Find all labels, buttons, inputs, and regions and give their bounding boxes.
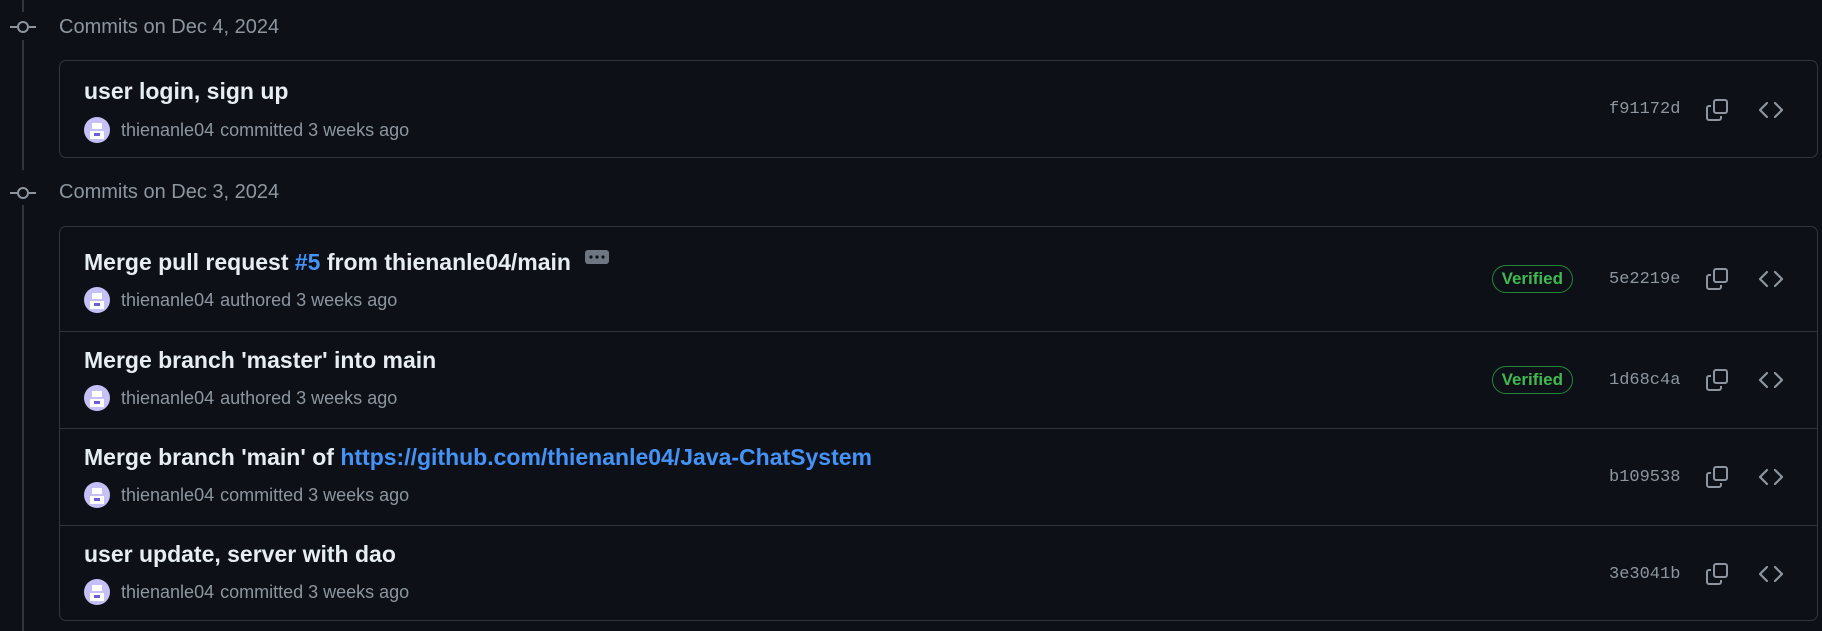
copy-sha-button[interactable] [1701,558,1733,590]
browse-repo-button[interactable] [1755,558,1787,590]
commit-title-text[interactable]: user login, sign up [84,78,288,105]
commit-title[interactable]: Merge branch 'main' of https://github.co… [84,444,872,471]
commit-row: Merge pull request #5 from thienanle04/m… [60,227,1817,331]
commit-sha[interactable]: 1d68c4a [1609,371,1680,390]
commit-action: authored 3 weeks ago [220,387,398,408]
commit-author[interactable]: thienanle04 [121,485,214,506]
verified-badge[interactable]: Verified [1491,265,1573,293]
commit-group-title: Commits on Dec 3, 2024 [59,181,280,203]
pull-request-link[interactable]: #5 [295,249,321,276]
commit-title[interactable]: Merge branch 'master' into main [84,347,436,374]
copy-sha-button[interactable] [1701,364,1733,396]
verified-badge[interactable]: Verified [1491,366,1573,394]
browse-repo-button[interactable] [1755,461,1787,493]
commit-actions: f91172d [1609,61,1817,158]
ellipsis-icon [589,254,605,259]
commit-action: committed 3 weeks ago [220,119,410,140]
commit-actions: Verified 1d68c4a [1491,332,1817,428]
code-icon [1758,270,1784,288]
commit-sha[interactable]: b109538 [1609,468,1680,487]
commit-actions: Verified 5e2219e [1491,227,1817,331]
commit-author[interactable]: thienanle04 [121,290,214,311]
copy-icon [1706,563,1728,585]
commit-actions: b109538 [1609,429,1817,525]
commit-group-header: Commits on Dec 3, 2024 [0,170,400,210]
commit-row: Merge branch 'master' into main thienanl… [60,331,1817,428]
code-icon [1758,565,1784,583]
copy-sha-button[interactable] [1701,461,1733,493]
code-icon [1758,101,1784,118]
code-icon [1758,371,1784,389]
copy-icon [1706,268,1728,290]
browse-repo-button[interactable] [1755,364,1787,396]
git-commit-icon [10,187,36,199]
avatar[interactable] [84,117,110,143]
commit-author[interactable]: thienanle04 [121,388,214,409]
commit-row: user login, sign up thienanle04 committe… [60,61,1817,158]
commit-author[interactable]: thienanle04 [121,582,214,603]
commit-author[interactable]: thienanle04 [121,120,214,141]
commit-action: authored 3 weeks ago [220,289,398,310]
commit-list: user login, sign up thienanle04 committe… [59,60,1818,158]
commit-title-text[interactable]: Merge pull request [84,249,295,276]
commit-sha[interactable]: 5e2219e [1609,270,1680,289]
repo-url-link[interactable]: https://github.com/thienanle04/Java-Chat… [340,444,872,471]
copy-sha-button[interactable] [1701,263,1733,295]
commit-actions: 3e3041b [1609,526,1817,622]
commit-list: Merge pull request #5 from thienanle04/m… [59,226,1818,621]
commit-meta: thienanle04 authored 3 weeks ago [84,287,397,313]
commit-row: Merge branch 'main' of https://github.co… [60,428,1817,525]
commit-title-text[interactable]: Merge branch 'master' into main [84,347,436,374]
browse-repo-button[interactable] [1755,263,1787,295]
commit-title-text[interactable]: Merge branch 'main' of [84,444,340,471]
commit-action: committed 3 weeks ago [220,581,410,602]
commit-title[interactable]: Merge pull request #5 from thienanle04/m… [84,249,609,276]
commit-action: committed 3 weeks ago [220,484,410,505]
commit-sha[interactable]: 3e3041b [1609,565,1680,584]
avatar[interactable] [84,482,110,508]
commit-row: user update, server with dao thienanle04… [60,525,1817,622]
commit-group-title: Commits on Dec 4, 2024 [59,16,280,38]
expand-message-button[interactable] [584,249,609,264]
code-icon [1758,468,1784,486]
commit-title[interactable]: user update, server with dao [84,541,396,568]
avatar[interactable] [84,385,110,411]
timeline-line [22,205,24,631]
copy-sha-button[interactable] [1701,94,1733,126]
git-commit-icon [10,21,36,33]
commit-group-header: Commits on Dec 4, 2024 [0,0,400,40]
commit-meta: thienanle04 committed 3 weeks ago [84,579,409,605]
copy-icon [1706,98,1728,121]
avatar[interactable] [84,287,110,313]
browse-repo-button[interactable] [1755,94,1787,126]
commit-sha[interactable]: f91172d [1609,100,1680,119]
commit-meta: thienanle04 committed 3 weeks ago [84,117,409,143]
commit-title-text[interactable]: user update, server with dao [84,541,396,568]
commit-title[interactable]: user login, sign up [84,78,288,105]
copy-icon [1706,369,1728,391]
copy-icon [1706,466,1728,488]
timeline-line [22,40,24,170]
commit-title-text[interactable]: from thienanle04/main [320,249,571,276]
avatar[interactable] [84,579,110,605]
commit-meta: thienanle04 authored 3 weeks ago [84,385,397,411]
commit-meta: thienanle04 committed 3 weeks ago [84,482,409,508]
